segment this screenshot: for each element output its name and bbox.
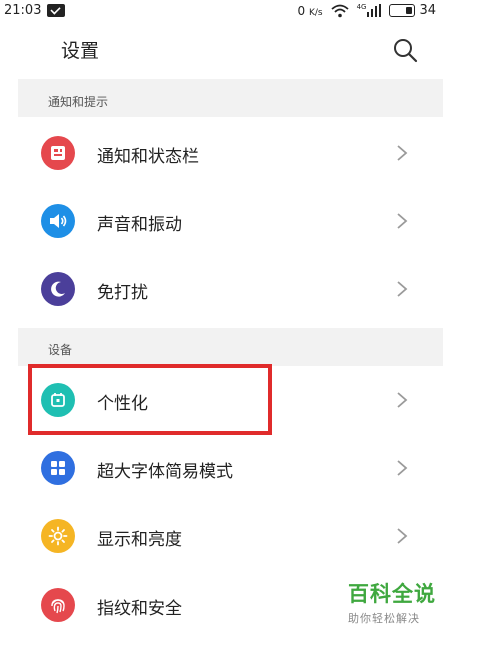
net-speed: 0 K/s bbox=[297, 3, 323, 18]
grid-icon bbox=[41, 451, 75, 485]
battery-level: 34 bbox=[419, 3, 436, 18]
settings-item-notifications[interactable]: 通知和状态栏 bbox=[18, 119, 443, 187]
highlight-box bbox=[28, 364, 272, 435]
section-title: 设备 bbox=[48, 343, 73, 357]
settings-item-label: 超大字体简易模式 bbox=[97, 462, 233, 482]
signal-icon: 4G bbox=[357, 4, 382, 17]
page-title: 设置 bbox=[61, 40, 100, 62]
settings-item-dnd[interactable]: 免打扰 bbox=[18, 255, 443, 323]
status-left: 21:03 bbox=[4, 3, 66, 18]
section-title: 通知和提示 bbox=[48, 95, 109, 109]
status-right: 0 K/s 4G 34 bbox=[297, 3, 436, 18]
chevron-right-icon bbox=[397, 392, 408, 408]
chevron-right-icon bbox=[397, 213, 408, 229]
notification-icon bbox=[41, 136, 75, 170]
settings-item-label: 指纹和安全 bbox=[97, 599, 182, 619]
settings-item-display[interactable]: 显示和亮度 bbox=[18, 502, 443, 570]
watermark-subtitle: 助你轻松解决 bbox=[348, 612, 420, 625]
settings-item-label: 免打扰 bbox=[97, 283, 148, 303]
settings-item-large-font[interactable]: 超大字体简易模式 bbox=[18, 434, 443, 502]
settings-item-sound[interactable]: 声音和振动 bbox=[18, 187, 443, 255]
moon-icon bbox=[41, 272, 75, 306]
battery-indicator: 34 bbox=[389, 3, 436, 18]
message-icon bbox=[47, 4, 66, 17]
status-bar: 21:03 0 K/s 4G 34 bbox=[0, 0, 480, 22]
search-icon[interactable] bbox=[392, 37, 418, 63]
settings-item-label: 声音和振动 bbox=[97, 215, 182, 235]
battery-icon bbox=[389, 4, 416, 17]
chevron-right-icon bbox=[397, 528, 408, 544]
watermark-title: 百科全说 bbox=[348, 582, 436, 606]
section-header-notifications: 通知和提示 bbox=[18, 79, 443, 117]
wifi-icon bbox=[330, 4, 349, 17]
header: 设置 bbox=[0, 22, 440, 76]
chevron-right-icon bbox=[397, 145, 408, 161]
settings-item-label: 通知和状态栏 bbox=[97, 147, 199, 167]
fingerprint-icon bbox=[41, 588, 75, 622]
chevron-right-icon bbox=[397, 281, 408, 297]
status-time: 21:03 bbox=[4, 3, 42, 18]
settings-item-label: 显示和亮度 bbox=[97, 530, 182, 550]
sun-icon bbox=[41, 519, 75, 553]
chevron-right-icon bbox=[397, 460, 408, 476]
watermark: 百科全说 助你轻松解决 bbox=[348, 578, 440, 626]
section-header-device: 设备 bbox=[18, 328, 443, 366]
sound-icon bbox=[41, 204, 75, 238]
